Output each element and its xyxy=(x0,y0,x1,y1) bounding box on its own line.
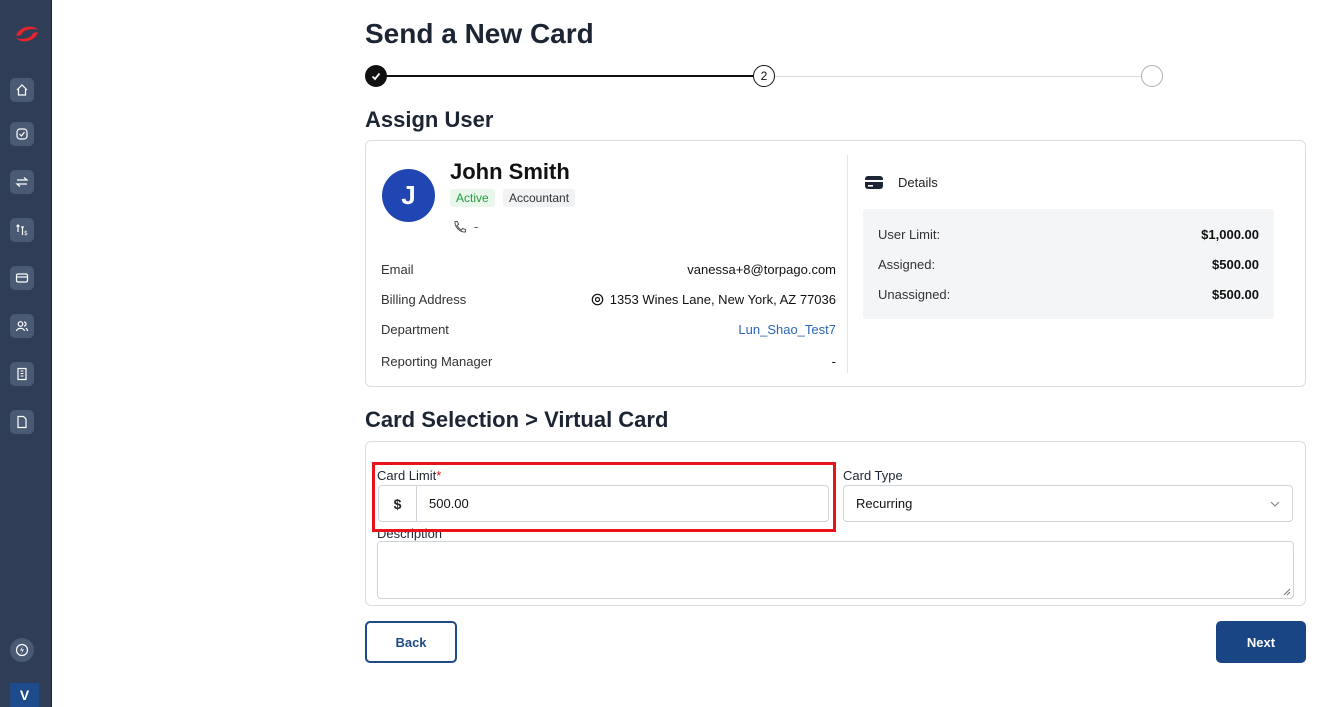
vertical-divider xyxy=(847,155,848,373)
reporting-manager-label: Reporting Manager xyxy=(381,354,493,369)
stepper: 2 xyxy=(365,64,1165,90)
billing-address-value-wrap: 1353 Wines Lane, New York, AZ 77036 xyxy=(591,292,836,307)
page-title: Send a New Card xyxy=(365,18,594,49)
step-line-pending xyxy=(775,76,1141,77)
role-badge: Accountant xyxy=(503,189,576,207)
assigned-row: Assigned: $500.00 xyxy=(878,257,1259,272)
assign-user-card: J John Smith Active Accountant - Email v… xyxy=(365,140,1306,387)
user-limit-label: User Limit: xyxy=(878,227,941,242)
svg-text:$: $ xyxy=(24,230,28,237)
unassigned-row: Unassigned: $500.00 xyxy=(878,287,1259,302)
sidebar: $ V xyxy=(0,0,52,707)
department-link[interactable]: Lun_Shao_Test7 xyxy=(738,322,836,337)
card-selection-card: Card Limit* $ 500.00 Card Type Recurring… xyxy=(365,441,1306,606)
step-1-complete-icon xyxy=(365,65,387,87)
user-avatar[interactable]: V xyxy=(10,683,39,707)
required-mark: * xyxy=(436,468,442,483)
email-value: vanessa+8@torpago.com xyxy=(687,262,836,277)
card-type-label: Card Type xyxy=(843,468,903,483)
billing-address-value: 1353 Wines Lane, New York, AZ 77036 xyxy=(609,292,836,307)
reporting-manager-value: - xyxy=(831,354,836,369)
step-2-current: 2 xyxy=(753,65,775,87)
nav-users-icon[interactable] xyxy=(10,314,34,338)
department-label: Department xyxy=(381,322,449,337)
assign-user-title: Assign User xyxy=(365,107,494,132)
department-row: Department Lun_Shao_Test7 xyxy=(381,322,836,337)
nav-transfer-icon[interactable] xyxy=(10,170,34,194)
main-content: Send a New Card 2 Assign User J John Smi… xyxy=(53,0,1331,707)
card-limit-label: Card Limit xyxy=(377,468,437,483)
card-type-value: Recurring xyxy=(856,496,913,511)
user-limit-value: $1,000.00 xyxy=(1201,227,1259,242)
nav-building-icon[interactable] xyxy=(10,362,34,386)
assigned-value: $500.00 xyxy=(1212,257,1259,272)
user-avatar-initial: J xyxy=(382,169,435,222)
card-limit-label-wrap: Card Limit* xyxy=(377,468,441,483)
email-row: Email vanessa+8@torpago.com xyxy=(381,262,836,277)
chevron-down-icon xyxy=(1270,501,1280,507)
phone-value: - xyxy=(474,219,479,234)
card-selection-title: Card Selection > Virtual Card xyxy=(365,407,669,432)
back-button[interactable]: Back xyxy=(365,621,457,663)
currency-prefix: $ xyxy=(379,486,417,521)
user-limit-row: User Limit: $1,000.00 xyxy=(878,227,1259,242)
nav-document-icon[interactable] xyxy=(10,410,34,434)
details-title: Details xyxy=(898,175,938,190)
card-type-select[interactable]: Recurring xyxy=(843,485,1293,522)
brand-logo xyxy=(16,26,38,42)
description-textarea[interactable] xyxy=(377,541,1294,599)
step-3-pending xyxy=(1141,65,1163,87)
next-button[interactable]: Next xyxy=(1216,621,1306,663)
details-box: User Limit: $1,000.00 Assigned: $500.00 … xyxy=(863,209,1274,319)
phone-icon xyxy=(454,220,466,233)
details-header: Details xyxy=(864,175,938,190)
card-limit-value[interactable]: 500.00 xyxy=(417,496,469,511)
description-label: Description xyxy=(377,526,443,541)
nav-lightning-icon[interactable] xyxy=(10,638,34,662)
status-badge: Active xyxy=(450,189,495,207)
billing-address-row: Billing Address 1353 Wines Lane, New Yor… xyxy=(381,292,836,307)
assigned-label: Assigned: xyxy=(878,257,936,272)
resize-handle-icon[interactable] xyxy=(1283,588,1291,596)
unassigned-value: $500.00 xyxy=(1212,287,1259,302)
billing-address-label: Billing Address xyxy=(381,292,467,307)
location-pin-icon xyxy=(591,293,604,306)
email-label: Email xyxy=(381,262,414,277)
reporting-manager-row: Reporting Manager - xyxy=(381,354,836,369)
card-limit-input[interactable]: $ 500.00 xyxy=(378,485,829,522)
nav-check-circle-icon[interactable] xyxy=(10,122,34,146)
user-name: John Smith xyxy=(450,159,570,184)
wallet-icon xyxy=(865,176,883,189)
phone-row: - xyxy=(452,219,478,234)
step-line-completed xyxy=(387,75,753,77)
nav-card-icon[interactable] xyxy=(10,266,34,290)
nav-home-icon[interactable] xyxy=(10,78,34,102)
unassigned-label: Unassigned: xyxy=(878,287,951,302)
nav-reimburse-icon[interactable]: $ xyxy=(10,218,34,242)
